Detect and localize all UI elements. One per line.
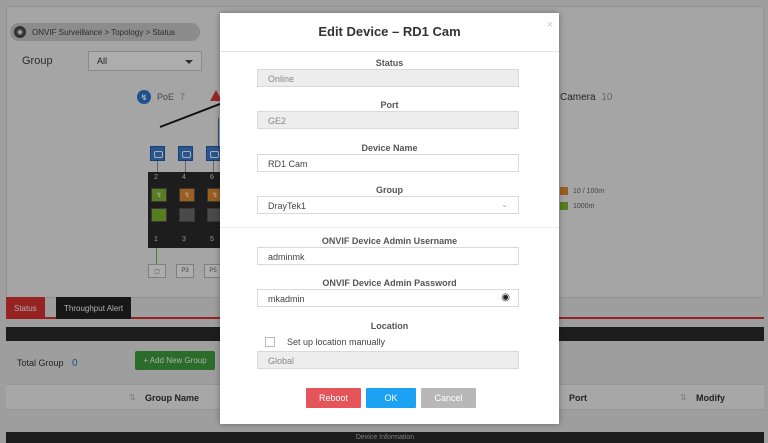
- username-label: ONVIF Device Admin Username: [321, 236, 458, 246]
- group-select[interactable]: DrayTek1 ⌄: [257, 196, 519, 214]
- location-field: Global: [257, 351, 519, 369]
- modal-title: Edit Device – RD1 Cam: [318, 24, 461, 39]
- status-label: Status: [375, 58, 404, 68]
- password-value: mkadmin: [268, 294, 305, 304]
- chevron-down-icon: ⌄: [501, 200, 508, 209]
- divider: [220, 51, 559, 52]
- location-manual-row: Set up location manually: [265, 337, 385, 347]
- device-name-input[interactable]: RD1 Cam: [257, 154, 519, 172]
- eye-icon[interactable]: ◉: [501, 293, 510, 303]
- password-label: ONVIF Device Admin Password: [322, 278, 457, 288]
- status-field: Online: [257, 69, 519, 87]
- password-input[interactable]: mkadmin ◉: [257, 289, 519, 307]
- edit-device-modal: × Edit Device – RD1 Cam Status Online Po…: [220, 13, 559, 424]
- group-select-value: DrayTek1: [268, 201, 307, 211]
- cancel-button[interactable]: Cancel: [421, 388, 476, 408]
- port-field: GE2: [257, 111, 519, 129]
- group-label: Group: [376, 185, 403, 195]
- divider: [220, 227, 559, 228]
- location-manual-label: Set up location manually: [287, 337, 386, 347]
- reboot-button[interactable]: Reboot: [306, 388, 361, 408]
- location-label: Location: [370, 321, 409, 331]
- location-manual-checkbox[interactable]: [265, 337, 275, 347]
- port-label: Port: [380, 100, 399, 110]
- ok-button[interactable]: OK: [366, 388, 416, 408]
- username-input[interactable]: adminmk: [257, 247, 519, 265]
- device-name-label: Device Name: [361, 143, 418, 153]
